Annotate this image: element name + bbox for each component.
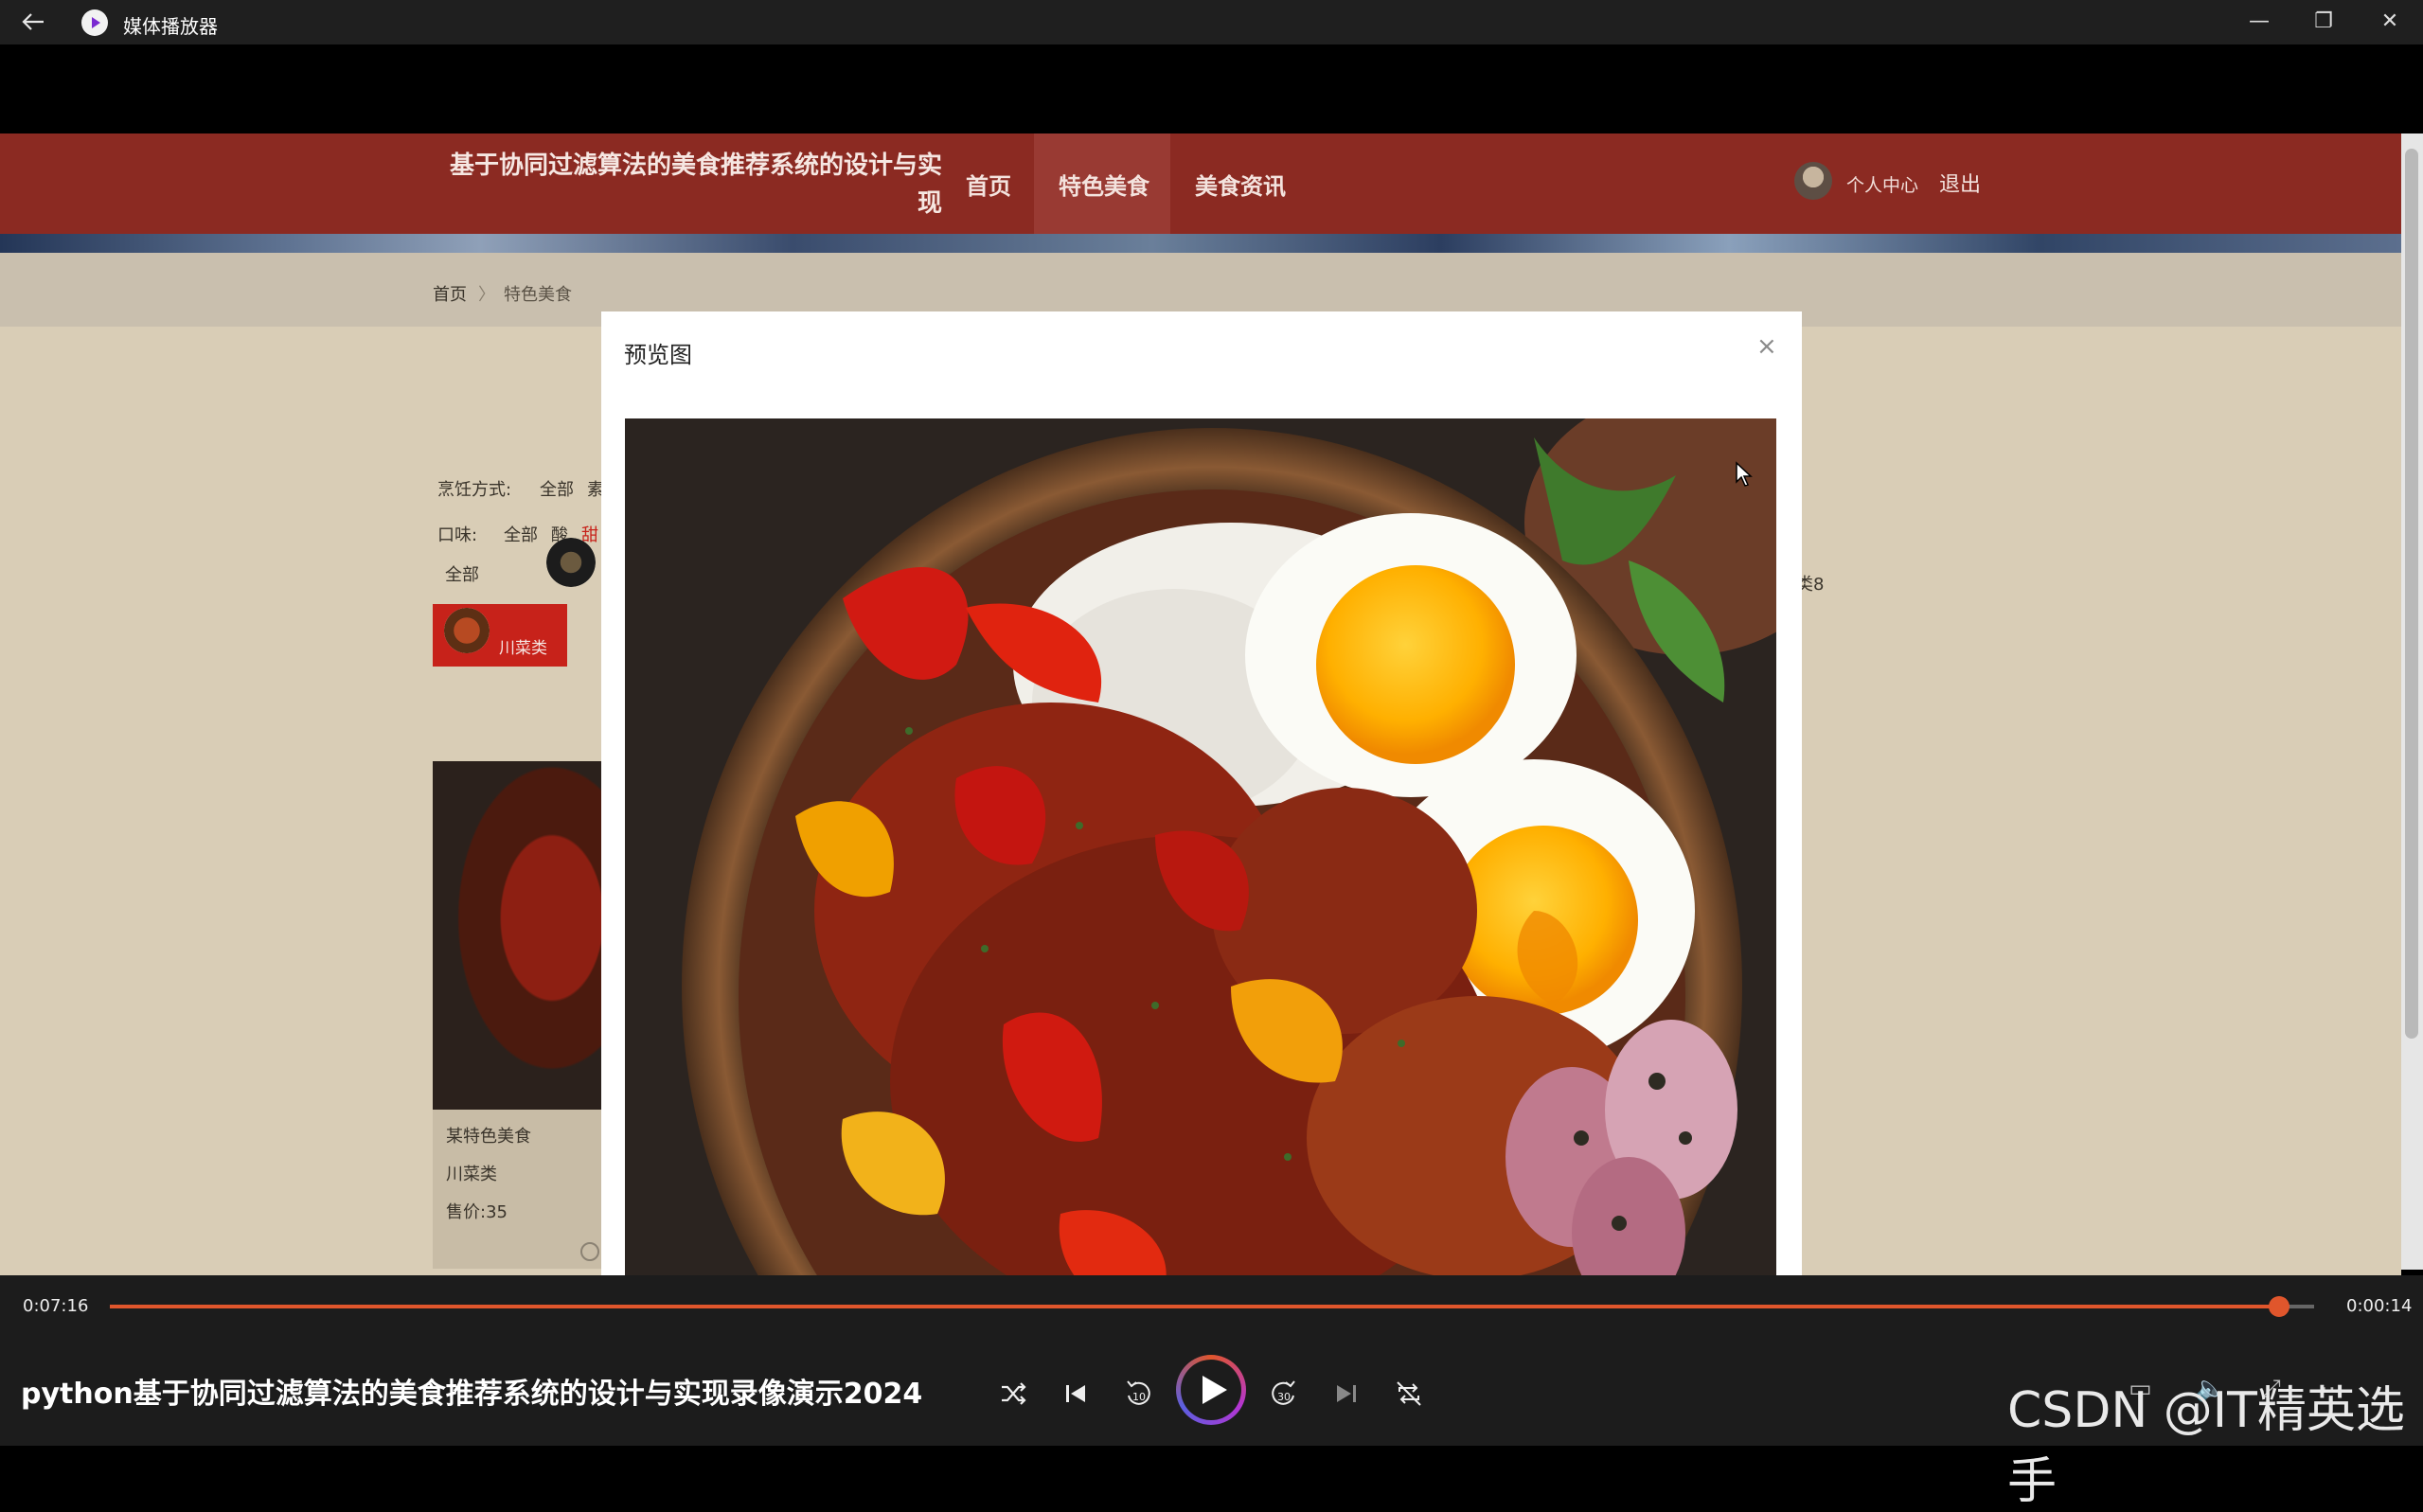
window-title: 媒体播放器 [123,15,218,38]
back-arrow-icon[interactable] [19,9,47,34]
category-thumbnail [546,538,596,587]
banner-image-strip [0,234,2401,253]
csdn-watermark: CSDN @IT精英选手 [2007,1382,2405,1510]
food-card-name: 某特色美食 [446,1127,531,1147]
site-header: 基于协同过滤算法的美食推荐系统的设计与实现 首页 特色美食 美食资讯 个人中心 … [0,133,2401,234]
breadcrumb-current: 特色美食 [504,285,572,305]
play-icon [1203,1376,1227,1404]
nav-specialty-food: 特色美食 [1059,173,1149,200]
cooking-all-option: 全部 [540,480,574,500]
seek-bar-progress [110,1305,2279,1308]
mouse-cursor-icon [1736,461,1753,487]
media-player-app-icon [81,9,108,36]
restore-button[interactable]: ❐ [2295,6,2352,38]
food-card-price: 售价:35 [446,1202,508,1222]
recorded-scrollbar-thumb [2405,149,2418,1039]
play-button-inner [1181,1360,1241,1420]
category-sichuan-selected: 川菜类 [433,604,567,667]
previous-icon[interactable] [1055,1373,1096,1414]
play-button[interactable] [1176,1355,1246,1425]
skip-forward-30-icon[interactable]: 30 [1263,1373,1305,1414]
shuffle-icon[interactable] [992,1373,1034,1414]
player-controls: 0:07:16 0:00:14 python基于协同过滤算法的美食推荐系统的设计… [0,1275,2423,1510]
modal-close-icon: × [1756,332,1777,361]
breadcrumb-separator: 〉 [478,285,495,305]
food-preview-image [625,418,1776,1275]
nav-food-news: 美食资讯 [1195,173,1286,200]
taste-all-option: 全部 [504,525,538,545]
personal-center-link: 个人中心 [1846,175,1919,196]
food-card-image [433,761,603,1110]
modal-title: 预览图 [624,342,692,368]
elapsed-time: 0:07:16 [23,1296,89,1316]
logout-link: 退出 [1939,173,1982,197]
remaining-time: 0:00:14 [2346,1296,2413,1316]
cooking-method-label: 烹饪方式: [437,480,512,500]
video-title: python基于协同过滤算法的美食推荐系统的设计与实现录像演示2024 [21,1378,923,1411]
svg-text:10: 10 [1132,1391,1146,1403]
category-sichuan-label: 川菜类 [499,639,547,658]
recorded-scrollbar [2401,133,2423,1270]
preview-modal: 预览图 × [601,311,1802,1275]
taste-label: 口味: [437,525,478,545]
video-frame[interactable]: 基于协同过滤算法的美食推荐系统的设计与实现 首页 特色美食 美食资讯 个人中心 … [0,44,2423,1275]
seek-bar-thumb[interactable] [2269,1296,2289,1317]
clock-icon [580,1242,599,1261]
nav-home: 首页 [966,173,1011,200]
category-sichuan-thumbnail [444,608,490,653]
window-titlebar: 媒体播放器 — ❐ ✕ [0,0,2423,44]
category-all: 全部 [445,565,479,585]
food-card-category: 川菜类 [446,1165,497,1184]
close-window-button[interactable]: ✕ [2361,6,2418,38]
avatar [1794,162,1832,200]
svg-text:30: 30 [1277,1391,1291,1403]
breadcrumb-home: 首页 [433,285,467,305]
site-title: 基于协同过滤算法的美食推荐系统的设计与实现 [449,151,942,218]
food-card: 某特色美食 川菜类 售价:35 [433,761,603,1269]
seek-bar[interactable] [110,1296,2314,1317]
food-bowl-illustration [625,418,1776,1275]
skip-back-10-icon[interactable]: 10 [1117,1373,1159,1414]
repeat-off-icon[interactable] [1388,1373,1430,1414]
next-icon[interactable] [1326,1373,1367,1414]
minimize-button[interactable]: — [2231,6,2288,38]
